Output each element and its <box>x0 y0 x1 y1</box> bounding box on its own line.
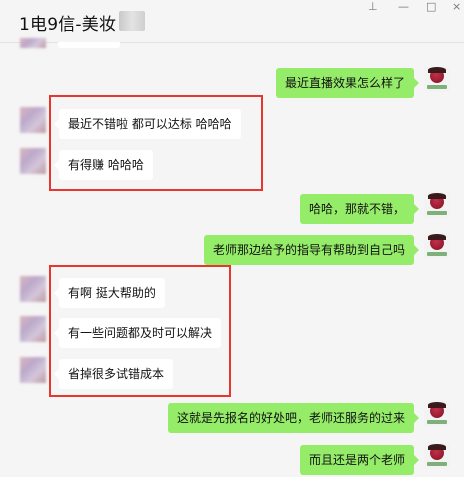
avatar[interactable] <box>424 66 450 92</box>
chat-title: 1电9信-美妆 <box>19 15 117 35</box>
message-bubble: 这就是先报名的好处吧，老师还服务的过来 <box>167 403 420 433</box>
partial-message-bubble <box>58 42 120 48</box>
avatar[interactable] <box>20 316 46 342</box>
message-bubble: 老师那边给予的指导有帮助到自己吗 <box>203 235 420 265</box>
avatar[interactable] <box>20 357 46 383</box>
message-bubble: 最近直播效果怎么样了 <box>275 68 420 98</box>
message-bubble: 有啊 挺大帮助的 <box>54 278 165 308</box>
avatar[interactable] <box>424 233 450 259</box>
minimize-icon[interactable]: — <box>398 0 409 13</box>
avatar[interactable] <box>424 192 450 218</box>
message-bubble: 而且还是两个老师 <box>299 445 420 475</box>
avatar[interactable] <box>20 148 46 174</box>
message-bubble: 省掉很多试错成本 <box>53 359 174 389</box>
avatar[interactable] <box>424 443 450 469</box>
blurred-title-suffix <box>119 11 145 31</box>
message-bubble: 有一些问题都及时可以解决 <box>53 318 222 348</box>
pin-icon[interactable]: ⊥ <box>368 0 378 13</box>
avatar <box>20 38 46 48</box>
message-bubble: 有得赚 哈哈哈 <box>54 150 153 180</box>
avatar[interactable] <box>20 276 46 302</box>
avatar[interactable] <box>424 401 450 427</box>
message-bubble: 最近不错啦 都可以达标 哈哈哈 <box>54 109 241 139</box>
close-icon[interactable]: × <box>452 0 461 13</box>
message-bubble: 哈哈，那就不错， <box>299 194 420 224</box>
title-bar: 1电9信-美妆 ⊥ — □ × <box>0 0 464 43</box>
maximize-icon[interactable]: □ <box>426 0 436 13</box>
avatar[interactable] <box>20 107 46 133</box>
